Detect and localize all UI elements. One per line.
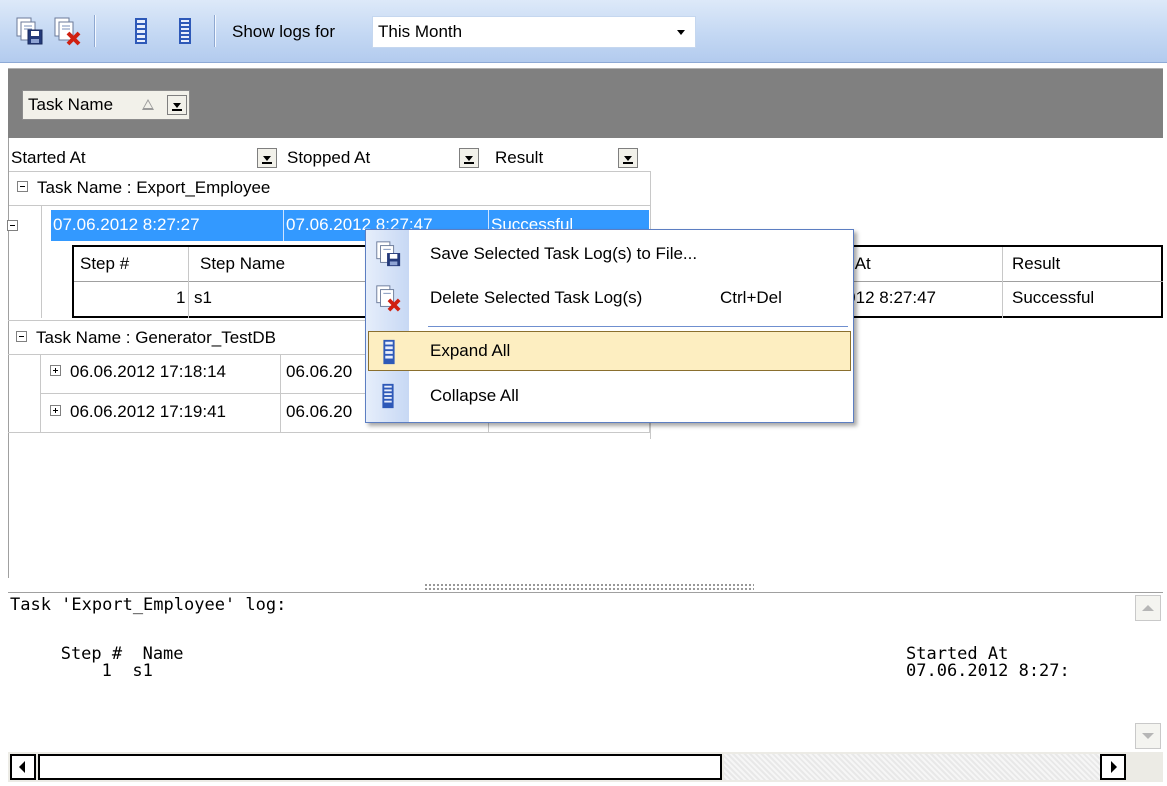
menu-item-label: Expand All [430,341,511,360]
delete-log-icon [374,284,402,312]
group-field-label: Task Name [28,95,114,114]
column-header-started-at[interactable]: Started At [11,148,86,168]
row-started-at: 07.06.2012 8:27:27 [53,215,200,234]
row-started-at[interactable]: 06.06.2012 17:18:14 [70,362,226,382]
log-step-started: 07.06.2012 8:27: [906,661,1070,681]
menu-item-delete-logs[interactable]: Delete Selected Task Log(s) Ctrl+Del [368,278,851,318]
filter-dropdown-icon[interactable] [618,148,638,168]
detail-header-step-name[interactable]: Step Name [200,254,285,274]
group-row-title[interactable]: Task Name : Export_Employee [37,178,270,198]
period-select[interactable]: This Month [372,16,696,48]
detail-header-result[interactable]: Result [1012,254,1060,274]
delete-log-icon[interactable] [52,16,82,46]
menu-separator [428,326,848,327]
menu-item-expand-all[interactable]: Expand All [368,331,851,371]
menu-item-collapse-all[interactable]: Collapse All [368,376,851,416]
detail-step-number: 1 [176,288,186,307]
column-header-stopped-at[interactable]: Stopped At [287,148,370,168]
toolbar-separator [214,15,216,47]
context-menu: Save Selected Task Log(s) to File... Del… [365,229,854,423]
collapse-group-icon[interactable] [16,331,27,342]
menu-item-shortcut: Ctrl+Del [720,288,782,307]
log-text-view[interactable]: Task 'Export_Employee' log: Step # Name … [8,592,1163,753]
expand-all-icon[interactable] [126,16,156,46]
row-stopped-at[interactable]: 06.06.20 [286,402,352,422]
toolbar-separator [94,15,96,47]
row-started-at[interactable]: 06.06.2012 17:19:41 [70,402,226,422]
toolbar: Show logs for This Month [0,0,1167,63]
scroll-left-icon[interactable] [10,754,36,780]
filter-dropdown-icon[interactable] [167,95,187,115]
group-by-panel: Task Name [8,68,1163,139]
log-title-line: Task 'Export_Employee' log: [10,595,287,615]
expand-row-icon[interactable] [50,405,61,416]
log-step-line: 1 s1 [30,661,153,681]
detail-header-step[interactable]: Step # [80,254,129,274]
save-log-icon[interactable] [14,16,44,46]
filter-dropdown-icon[interactable] [459,148,479,168]
splitter-handle[interactable] [424,583,754,591]
collapse-group-icon[interactable] [17,181,28,192]
scrollbar-track[interactable] [724,754,1112,780]
row-stopped-at[interactable]: 06.06.20 [286,362,352,382]
chevron-down-icon[interactable] [677,30,685,35]
menu-item-label: Save Selected Task Log(s) to File... [430,244,698,263]
collapse-row-icon[interactable] [7,220,18,231]
horizontal-scrollbar[interactable] [8,752,1163,782]
expand-row-icon[interactable] [50,365,61,376]
menu-item-label: Delete Selected Task Log(s) [430,288,643,307]
scrollbar-thumb[interactable] [38,754,722,780]
vertical-scrollbar[interactable] [1133,593,1163,753]
scroll-up-icon[interactable] [1135,595,1161,621]
scroll-down-icon[interactable] [1135,723,1161,749]
expand-all-icon [375,338,403,366]
group-field-task-name[interactable]: Task Name [22,90,190,120]
sort-ascending-icon [142,99,154,110]
grid-header: Started At Stopped At Result [9,142,649,170]
scroll-right-icon[interactable] [1100,754,1126,780]
detail-result: Successful [1012,288,1095,307]
column-header-result[interactable]: Result [495,148,543,168]
collapse-all-icon [374,382,402,410]
filter-dropdown-icon[interactable] [257,148,277,168]
menu-item-label: Collapse All [430,386,519,405]
menu-item-save-logs[interactable]: Save Selected Task Log(s) to File... [368,234,851,274]
show-logs-label: Show logs for [232,22,335,41]
collapse-all-icon[interactable] [170,16,200,46]
detail-step-name: s1 [194,288,212,307]
period-select-value: This Month [378,22,463,41]
save-log-icon [374,240,402,268]
group-row-title[interactable]: Task Name : Generator_TestDB [36,328,276,348]
